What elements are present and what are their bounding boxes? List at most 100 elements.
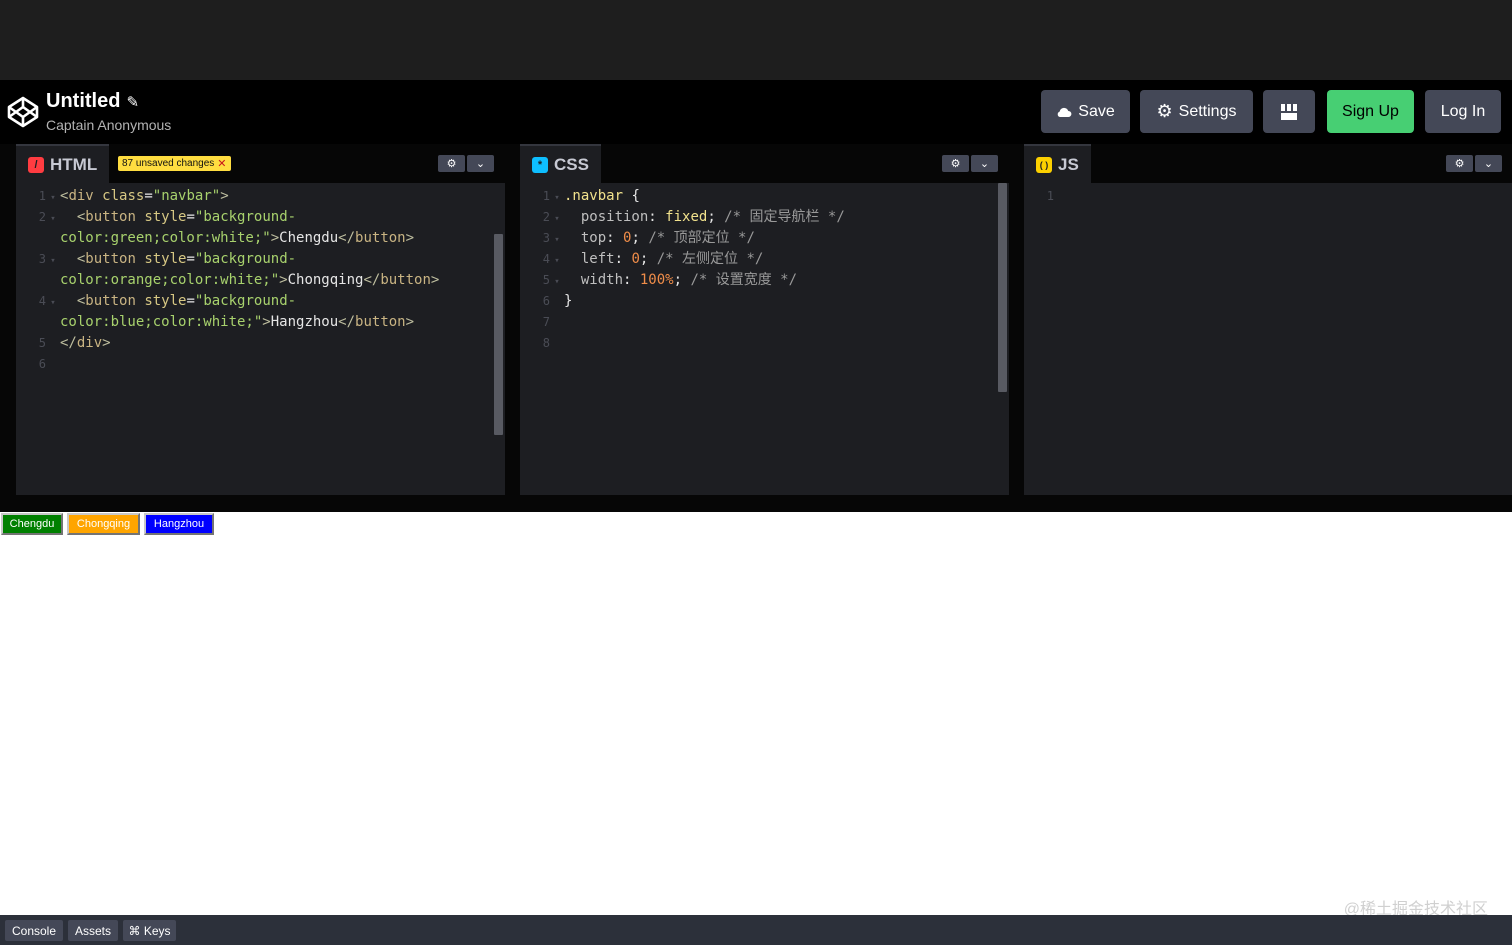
close-icon[interactable]: ✕ xyxy=(217,157,226,170)
css-editor-panel: * CSS ⚙ ⌄ 1 ▾ .navbar {2 ▾ position: fixed;… xyxy=(520,144,1009,495)
edit-pencil-icon[interactable]: ✎ xyxy=(126,93,139,111)
code-line[interactable]: 2 ▾ position: fixed; /* 固定导航栏 */ xyxy=(520,207,845,228)
log-in-button[interactable]: Log In xyxy=(1425,90,1501,133)
fold-arrow-icon[interactable]: ▾ xyxy=(550,251,564,272)
pen-title[interactable]: Untitled xyxy=(46,90,120,113)
code-line[interactable]: 5 ▾ width: 100%; /* 设置宽度 */ xyxy=(520,270,797,291)
css-code-area[interactable]: 1 ▾ .navbar {2 ▾ position: fixed; /* 固定导航栏 … xyxy=(520,183,1009,495)
tab-css[interactable]: * CSS xyxy=(520,144,601,183)
code-token: /* 顶部定位 */ xyxy=(648,230,755,246)
fold-arrow-icon[interactable]: ▾ xyxy=(550,209,564,230)
browser-top-area xyxy=(0,0,1512,80)
save-button[interactable]: Save xyxy=(1041,90,1130,133)
line-number: 3 xyxy=(38,252,46,266)
preview-button-hangzhou[interactable]: Hangzhou xyxy=(144,513,214,535)
tab-html[interactable]: / HTML xyxy=(16,144,110,183)
code-token: ; xyxy=(631,230,649,246)
fold-arrow-icon[interactable]: ▾ xyxy=(46,188,60,209)
js-code-area[interactable]: 1 xyxy=(1024,183,1512,495)
code-line[interactable]: 6 xyxy=(16,354,60,375)
code-token: top xyxy=(580,230,607,246)
code-token: = xyxy=(144,188,153,204)
change-view-button[interactable] xyxy=(1263,90,1315,133)
line-number: 3 xyxy=(542,231,550,245)
assets-button[interactable]: Assets xyxy=(68,920,118,941)
settings-button[interactable]: ⚙ Settings xyxy=(1140,90,1253,133)
gear-icon: ⚙ xyxy=(1454,158,1465,170)
code-token: 0 xyxy=(631,251,640,267)
html-panel-header: / HTML 87 unsaved changes ✕ ⚙ ⌄ xyxy=(16,144,505,183)
code-token: > xyxy=(262,314,271,330)
code-token: ; xyxy=(707,209,725,225)
code-token: button xyxy=(85,209,136,225)
code-line[interactable]: 2 ▾ <button style="background- xyxy=(16,207,296,228)
code-token: ; xyxy=(673,272,691,288)
code-line[interactable]: 7 xyxy=(520,312,564,333)
code-token: > xyxy=(405,230,415,246)
preview-button-chongqing[interactable]: Chongqing xyxy=(67,513,140,535)
code-line[interactable]: 1 xyxy=(1024,186,1068,207)
code-line[interactable]: 6} xyxy=(520,291,573,312)
resize-divider[interactable] xyxy=(0,495,1512,512)
code-line[interactable]: 3 ▾ <button style="background- xyxy=(16,249,296,270)
code-line[interactable]: 4 ▾ left: 0; /* 左侧定位 */ xyxy=(520,249,764,272)
unsaved-changes-badge[interactable]: 87 unsaved changes ✕ xyxy=(118,156,231,171)
fold-arrow-icon[interactable]: ▾ xyxy=(46,293,60,314)
html-collapse-button[interactable]: ⌄ xyxy=(467,155,494,172)
code-token: /* 左侧定位 */ xyxy=(656,251,764,267)
editors-area: / HTML 87 unsaved changes ✕ ⚙ ⌄ 1 ▾ <div c… xyxy=(0,144,1512,495)
author-name: Captain Anonymous xyxy=(46,117,172,133)
code-token: left xyxy=(580,251,615,267)
fold-arrow-icon[interactable]: ▾ xyxy=(550,272,564,293)
unsaved-changes-text: 87 unsaved changes xyxy=(122,158,215,169)
code-token: = xyxy=(186,209,195,225)
html-code-area[interactable]: 1 ▾ <div class="navbar"> 2 ▾ <button style="… xyxy=(16,183,505,495)
save-label: Save xyxy=(1078,102,1115,120)
code-token: </ xyxy=(338,314,356,330)
preview-button-chengdu[interactable]: Chengdu xyxy=(1,513,63,535)
code-token: /* 设置宽度 */ xyxy=(690,272,798,288)
css-scrollbar[interactable] xyxy=(998,183,1007,392)
code-token: Hangzhou xyxy=(270,314,339,330)
js-collapse-button[interactable]: ⌄ xyxy=(1475,155,1502,172)
sign-up-button[interactable]: Sign Up xyxy=(1327,90,1414,133)
fold-arrow-icon[interactable]: ▾ xyxy=(46,209,60,230)
fold-arrow-icon[interactable]: ▾ xyxy=(550,230,564,251)
codepen-logo-icon[interactable] xyxy=(6,95,40,129)
code-line[interactable]: color:blue;color:white;">Hangzhou</butto… xyxy=(16,312,414,333)
code-token: "background- xyxy=(194,293,297,309)
code-line[interactable]: 4 ▾ <button style="background- xyxy=(16,291,296,312)
code-line[interactable]: 5 </div> xyxy=(16,333,111,354)
code-line[interactable]: 1 ▾ .navbar { xyxy=(520,186,640,207)
code-line[interactable]: 3 ▾ top: 0; /* 顶部定位 */ xyxy=(520,228,755,249)
code-token: : xyxy=(623,272,640,288)
code-line[interactable]: 1 ▾ <div class="navbar"> xyxy=(16,186,229,207)
code-token: "background- xyxy=(194,251,297,267)
code-token: : xyxy=(648,209,666,225)
code-token: position xyxy=(580,209,649,225)
css-settings-button[interactable]: ⚙ xyxy=(942,155,969,172)
code-token: class xyxy=(102,188,145,204)
code-line[interactable]: color:green;color:white;">Chengdu</butto… xyxy=(16,228,414,249)
css-collapse-button[interactable]: ⌄ xyxy=(971,155,998,172)
code-line[interactable]: color:orange;color:white;">Chongqing</bu… xyxy=(16,270,439,291)
html-settings-button[interactable]: ⚙ xyxy=(438,155,465,172)
code-token: style xyxy=(144,251,187,267)
fold-arrow-icon[interactable]: ▾ xyxy=(46,251,60,272)
fold-arrow-icon[interactable]: ▾ xyxy=(550,188,564,209)
line-number: 4 xyxy=(542,252,550,266)
code-line[interactable]: 8 xyxy=(520,333,564,354)
console-button[interactable]: Console xyxy=(5,920,63,941)
tab-js[interactable]: ( ) JS xyxy=(1024,144,1091,183)
keys-button[interactable]: ⌘ Keys xyxy=(123,920,176,941)
js-settings-button[interactable]: ⚙ xyxy=(1446,155,1473,172)
code-token: color:orange;color:white;" xyxy=(60,272,280,288)
code-token: </ xyxy=(338,230,356,246)
code-token: { xyxy=(623,188,640,204)
code-token: "navbar" xyxy=(152,188,221,204)
header: Untitled ✎ Captain Anonymous Save ⚙ Sett… xyxy=(0,80,1512,144)
code-token: = xyxy=(186,293,195,309)
code-token: > xyxy=(270,230,280,246)
html-scrollbar[interactable] xyxy=(494,234,503,435)
